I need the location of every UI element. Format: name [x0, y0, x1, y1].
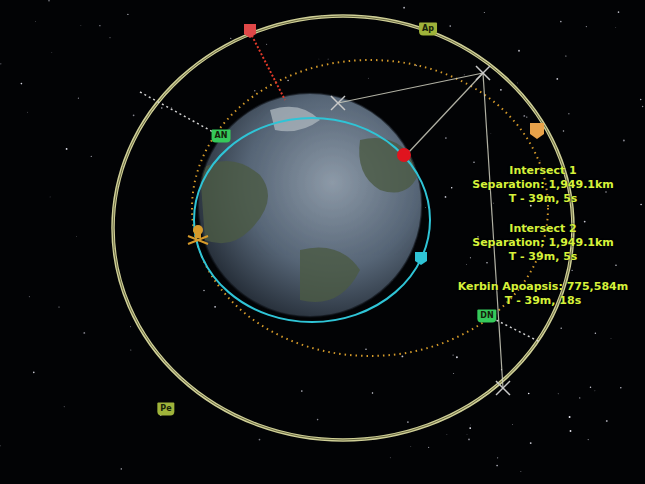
intersect-info: Intersect 2Separation: 1,949.1kmT - 39m,… [448, 222, 638, 264]
apoapsis-info: Kerbin Apoapsis: 775,584mT - 39m, 18s [448, 280, 638, 308]
orbit-marker-icon[interactable] [415, 252, 427, 265]
vessel-orbit[interactable] [194, 118, 430, 322]
target-orbit[interactable] [192, 60, 548, 356]
vessel-icon[interactable] [397, 148, 411, 162]
info-line: Intersect 1 [448, 164, 638, 178]
intersect-cross-icon[interactable] [331, 66, 510, 395]
skull-icon[interactable] [188, 225, 208, 244]
target-flag-icon[interactable] [244, 24, 256, 38]
target-line [250, 32, 285, 100]
transfer-orbit[interactable] [113, 16, 573, 440]
periapsis-marker[interactable]: Pe [157, 403, 174, 416]
planet[interactable] [198, 93, 422, 317]
node-lines [140, 92, 540, 342]
intercept-flag-icon[interactable] [530, 123, 544, 139]
info-line: T - 39m, 5s [448, 192, 638, 206]
info-line: T - 39m, 18s [448, 294, 638, 308]
info-line: Separation: 1,949.1km [448, 178, 638, 192]
info-line: Separation: 1,949.1km [448, 236, 638, 250]
info-line: Kerbin Apoapsis: 775,584m [448, 280, 638, 294]
encounter-info: Intersect 1Separation: 1,949.1kmT - 39m,… [448, 164, 638, 308]
info-line: Intersect 2 [448, 222, 638, 236]
intersect-info: Intersect 1Separation: 1,949.1kmT - 39m,… [448, 164, 638, 206]
info-line: T - 39m, 5s [448, 250, 638, 264]
node-marker[interactable]: AN [212, 130, 231, 143]
node-marker[interactable]: DN [477, 310, 496, 323]
map-view[interactable]: Intersect 1Separation: 1,949.1kmT - 39m,… [0, 0, 645, 484]
apoapsis-marker[interactable]: Ap [419, 23, 437, 36]
starfield [0, 0, 643, 472]
intersect-lines [338, 73, 503, 388]
